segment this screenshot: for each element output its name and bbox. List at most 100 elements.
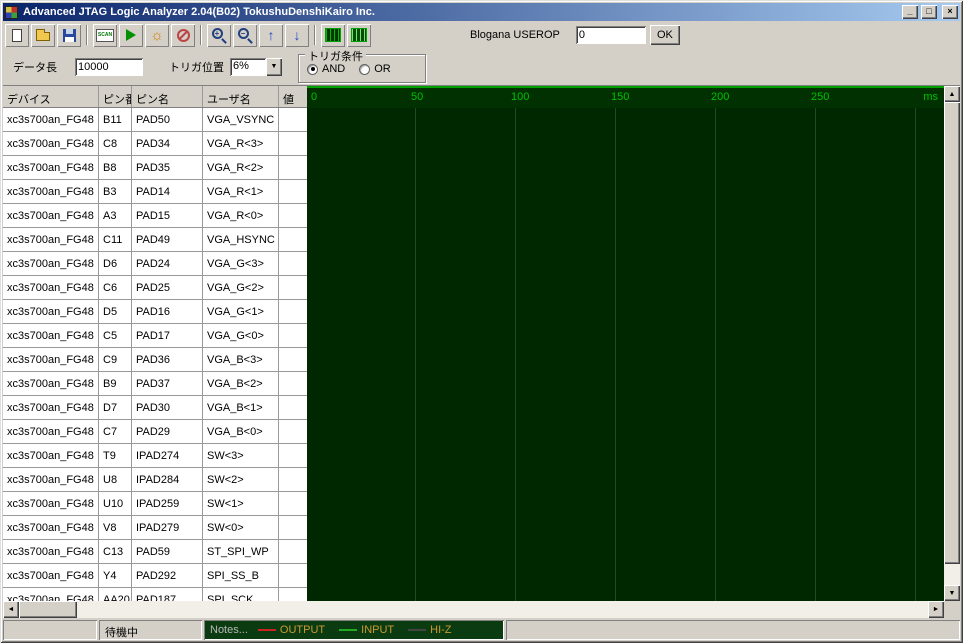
stop-button[interactable] — [171, 24, 195, 47]
arrow-down-icon: ↓ — [294, 28, 301, 42]
table-row[interactable]: xc3s700an_FG48C13PAD59ST_SPI_WP — [3, 540, 307, 564]
cell-pin: C5 — [99, 324, 132, 347]
zoom-out-button[interactable]: − — [233, 24, 257, 47]
cell-pin: Y4 — [99, 564, 132, 587]
table-row[interactable]: xc3s700an_FG48D7PAD30VGA_B<1> — [3, 396, 307, 420]
table-row[interactable]: xc3s700an_FG48D5PAD16VGA_G<1> — [3, 300, 307, 324]
radio-or-icon[interactable] — [359, 64, 370, 75]
table-row[interactable]: xc3s700an_FG48C8PAD34VGA_R<3> — [3, 132, 307, 156]
table-row[interactable]: xc3s700an_FG48B3PAD14VGA_R<1> — [3, 180, 307, 204]
cell-pad: PAD50 — [132, 108, 203, 131]
header-value[interactable]: 値 — [279, 86, 307, 107]
legend-label: HI-Z — [430, 624, 451, 636]
table-row[interactable]: xc3s700an_FG48D6PAD24VGA_G<3> — [3, 252, 307, 276]
table-row[interactable]: xc3s700an_FG48C11PAD49VGA_HSYNC — [3, 228, 307, 252]
magnifier-plus-icon: + — [212, 28, 227, 43]
userop-input[interactable] — [576, 26, 646, 44]
header-user-name[interactable]: ユーザ名 — [203, 86, 279, 107]
data-length-input[interactable] — [75, 58, 143, 76]
cell-pad: PAD187 — [132, 588, 203, 601]
vertical-scroll-track[interactable] — [944, 102, 960, 585]
trigger-button[interactable]: ☼ — [145, 24, 169, 47]
horizontal-scrollbar[interactable]: ◄ ► — [3, 601, 960, 618]
timeline-ruler[interactable]: ms 050100150200250 — [307, 88, 944, 108]
cell-value — [279, 204, 307, 227]
new-file-button[interactable] — [5, 24, 29, 47]
cell-device: xc3s700an_FG48 — [3, 156, 99, 179]
table-row[interactable]: xc3s700an_FG48C7PAD29VGA_B<0> — [3, 420, 307, 444]
table-row[interactable]: xc3s700an_FG48AA20PAD187SPI_SCK — [3, 588, 307, 601]
trigger-position-select[interactable]: 6% ▼ — [230, 58, 282, 76]
cell-value — [279, 276, 307, 299]
zoom-plus-glyph: + — [212, 28, 223, 39]
horizontal-scroll-thumb[interactable] — [19, 601, 77, 618]
cell-user: SPI_SS_B — [203, 564, 279, 587]
move-up-button[interactable]: ↑ — [259, 24, 283, 47]
cell-device: xc3s700an_FG48 — [3, 132, 99, 155]
grid-view-button-2[interactable] — [347, 24, 371, 47]
table-row[interactable]: xc3s700an_FG48U10IPAD259SW<1> — [3, 492, 307, 516]
table-row[interactable]: xc3s700an_FG48B11PAD50VGA_VSYNC — [3, 108, 307, 132]
chevron-down-icon[interactable]: ▼ — [266, 58, 282, 76]
app-icon — [5, 6, 18, 19]
maximize-button[interactable]: □ — [921, 5, 937, 19]
titlebar[interactable]: Advanced JTAG Logic Analyzer 2.04(B02) T… — [3, 3, 960, 21]
notes-button[interactable]: Notes... — [210, 624, 248, 636]
timeline-tick: 150 — [611, 91, 629, 103]
table-row[interactable]: xc3s700an_FG48V8IPAD279SW<0> — [3, 516, 307, 540]
legend-label: OUTPUT — [280, 624, 325, 636]
table-row[interactable]: xc3s700an_FG48A3PAD15VGA_R<0> — [3, 204, 307, 228]
move-down-button[interactable]: ↓ — [285, 24, 309, 47]
vertical-scroll-thumb[interactable] — [944, 102, 960, 564]
table-row[interactable]: xc3s700an_FG48U8IPAD284SW<2> — [3, 468, 307, 492]
trigger-position-label: トリガ位置 — [169, 59, 224, 75]
cell-value — [279, 588, 307, 601]
open-file-button[interactable] — [31, 24, 55, 47]
legend-color-line — [258, 629, 276, 631]
radio-and[interactable]: AND — [307, 63, 345, 75]
cell-pin: U8 — [99, 468, 132, 491]
zoom-in-button[interactable]: + — [207, 24, 231, 47]
scroll-down-button[interactable]: ▼ — [944, 585, 960, 601]
header-pin-name[interactable]: ピン名 — [132, 86, 203, 107]
cell-value — [279, 372, 307, 395]
waveform-canvas[interactable] — [307, 108, 944, 601]
waveform-area[interactable]: ms 050100150200250 — [307, 86, 944, 601]
vertical-scrollbar[interactable]: ▲ ▼ — [944, 86, 960, 601]
save-button[interactable] — [57, 24, 81, 47]
cell-pin: B11 — [99, 108, 132, 131]
magnifier-minus-icon: − — [238, 28, 253, 43]
cell-value — [279, 132, 307, 155]
radio-or[interactable]: OR — [359, 63, 391, 75]
cell-value — [279, 516, 307, 539]
minimize-button[interactable]: _ — [902, 5, 918, 19]
blogana-userop-label: Blogana USEROP — [470, 29, 560, 41]
table-row[interactable]: xc3s700an_FG48C5PAD17VGA_G<0> — [3, 324, 307, 348]
scroll-up-button[interactable]: ▲ — [944, 86, 960, 102]
run-button[interactable] — [119, 24, 143, 47]
cell-device: xc3s700an_FG48 — [3, 348, 99, 371]
table-row[interactable]: xc3s700an_FG48Y4PAD292SPI_SS_B — [3, 564, 307, 588]
cell-pin: B3 — [99, 180, 132, 203]
close-button[interactable]: × — [942, 5, 958, 19]
cell-pin: T9 — [99, 444, 132, 467]
radio-and-icon[interactable] — [307, 64, 318, 75]
cell-device: xc3s700an_FG48 — [3, 372, 99, 395]
table-row[interactable]: xc3s700an_FG48C6PAD25VGA_G<2> — [3, 276, 307, 300]
header-pin-number[interactable]: ピン番- — [99, 86, 132, 107]
grid-view-button-1[interactable] — [321, 24, 345, 47]
scroll-left-button[interactable]: ◄ — [3, 601, 19, 618]
scroll-right-button[interactable]: ► — [928, 601, 944, 618]
scan-button[interactable]: SCAN — [93, 24, 117, 47]
legend-panel: Notes... OUTPUTINPUTHI-Z — [204, 620, 504, 640]
cell-value — [279, 108, 307, 131]
table-row[interactable]: xc3s700an_FG48B9PAD37VGA_B<2> — [3, 372, 307, 396]
table-row[interactable]: xc3s700an_FG48B8PAD35VGA_R<2> — [3, 156, 307, 180]
cell-pad: IPAD274 — [132, 444, 203, 467]
horizontal-scroll-track[interactable] — [19, 601, 928, 618]
window-title: Advanced JTAG Logic Analyzer 2.04(B02) T… — [21, 6, 899, 18]
table-row[interactable]: xc3s700an_FG48C9PAD36VGA_B<3> — [3, 348, 307, 372]
table-row[interactable]: xc3s700an_FG48T9IPAD274SW<3> — [3, 444, 307, 468]
ok-button[interactable]: OK — [650, 25, 680, 45]
header-device[interactable]: デバイス — [3, 86, 99, 107]
